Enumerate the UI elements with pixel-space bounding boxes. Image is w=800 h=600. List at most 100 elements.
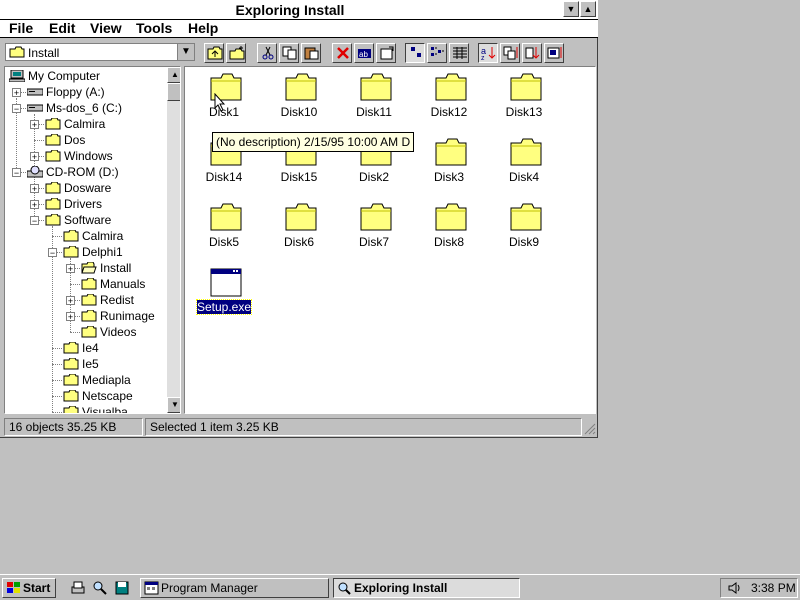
tree-item[interactable]: Ie4 <box>63 340 99 356</box>
expand-icon[interactable]: + <box>30 152 39 162</box>
dropdown-arrow-icon[interactable]: ▼ <box>177 44 194 60</box>
expand-icon[interactable]: + <box>12 88 21 98</box>
tree-item-label: Dosware <box>64 181 112 195</box>
rename-button[interactable]: ab <box>354 43 374 63</box>
folder-tree[interactable]: My Computer Floppy (A:) + Ms-dos_6 (C:) − Cal… <box>4 66 181 414</box>
speaker-icon[interactable] <box>727 581 743 595</box>
folder-item[interactable]: Disk5 <box>189 197 259 257</box>
resize-grip-icon[interactable] <box>584 423 596 435</box>
expand-icon[interactable]: + <box>66 312 75 322</box>
tree-item[interactable]: Dosware <box>45 180 111 196</box>
tree-connector <box>70 284 80 285</box>
expand-icon[interactable]: + <box>30 184 39 194</box>
search-icon[interactable] <box>92 580 108 596</box>
folder-item[interactable]: Disk12 <box>414 67 484 127</box>
menu-file[interactable]: File <box>9 20 33 37</box>
scroll-thumb[interactable] <box>167 83 180 101</box>
folder-item[interactable]: Disk13 <box>489 67 559 127</box>
maximize-button[interactable]: ▲ <box>580 1 596 17</box>
expand-icon[interactable]: + <box>30 120 39 130</box>
folder-icon <box>510 73 542 101</box>
menu-help[interactable]: Help <box>188 20 218 37</box>
paste-button[interactable] <box>301 43 321 63</box>
scroll-up-button[interactable]: ▲ <box>167 67 180 83</box>
small-icons-button[interactable] <box>427 43 447 63</box>
program-manager-icon <box>144 581 159 595</box>
expand-icon[interactable]: + <box>66 296 75 306</box>
title-bar[interactable]: Exploring Install ▼ ▲ <box>0 0 598 20</box>
tree-item[interactable]: Delphi1 <box>63 244 123 260</box>
tree-item[interactable]: Redist <box>81 292 134 308</box>
tree-item[interactable]: Install <box>81 260 131 276</box>
tree-item[interactable]: Dos <box>45 132 85 148</box>
task-label: Exploring Install <box>354 581 448 595</box>
tree-item-label: Calmira <box>82 229 124 243</box>
file-label: Disk6 <box>283 235 314 249</box>
tree-item[interactable]: Runimage <box>81 308 155 324</box>
expand-icon[interactable]: + <box>30 200 39 210</box>
tree-item[interactable]: Calmira <box>45 116 105 132</box>
tree-item[interactable]: Calmira <box>63 228 123 244</box>
tree-scrollbar[interactable]: ▲ ▼ <box>167 67 180 413</box>
folder-item[interactable]: Disk3 <box>414 132 484 192</box>
details-button[interactable] <box>449 43 469 63</box>
tree-item[interactable]: Floppy (A:) <box>27 84 105 100</box>
cut-button[interactable] <box>257 43 277 63</box>
folder-item[interactable]: Disk10 <box>264 67 334 127</box>
tree-item[interactable]: Videos <box>81 324 136 340</box>
collapse-icon[interactable]: − <box>30 216 39 226</box>
menu-edit[interactable]: Edit <box>49 20 75 37</box>
tree-item[interactable]: Drivers <box>45 196 102 212</box>
printer-icon[interactable] <box>70 580 86 596</box>
copy-button[interactable] <box>279 43 299 63</box>
collapse-icon[interactable]: − <box>48 248 57 258</box>
folder-item[interactable]: Disk9 <box>489 197 559 257</box>
tree-item-label: Redist <box>100 293 135 307</box>
collapse-icon[interactable]: − <box>12 104 21 114</box>
folder-item[interactable]: Disk11 <box>339 67 409 127</box>
file-list[interactable]: Disk1 Disk10 Disk11 Disk12 Disk13 Disk14 Disk1… <box>184 66 596 414</box>
window-title: Exploring Install <box>235 2 345 18</box>
sort-by-date-button[interactable] <box>544 43 564 63</box>
tree-item[interactable]: Windows <box>45 148 113 164</box>
tooltip: (No description) 2/15/95 10:00 AM D <box>212 132 415 152</box>
new-folder-button[interactable] <box>226 43 246 63</box>
tree-item[interactable]: Ms-dos_6 (C:) <box>27 100 122 116</box>
collapse-icon[interactable]: − <box>12 168 21 178</box>
folder-item[interactable]: Disk7 <box>339 197 409 257</box>
address-dropdown[interactable]: Install ▼ <box>5 43 195 61</box>
task-program-manager[interactable]: Program Manager <box>140 578 329 598</box>
menu-tools[interactable]: Tools <box>136 20 172 37</box>
properties-button[interactable] <box>376 43 396 63</box>
file-label: Disk8 <box>433 235 464 249</box>
tree-item[interactable]: Ie5 <box>63 356 99 372</box>
delete-button[interactable] <box>332 43 352 63</box>
up-folder-button[interactable] <box>204 43 224 63</box>
large-icons-button[interactable] <box>405 43 425 63</box>
disk-icon[interactable] <box>114 580 130 596</box>
tree-item[interactable]: Netscape <box>63 388 133 404</box>
clock[interactable]: 3:38 PM <box>751 581 796 595</box>
sort-by-size-button[interactable] <box>522 43 542 63</box>
minimize-button[interactable]: ▼ <box>563 1 579 17</box>
folder-icon <box>9 46 25 58</box>
tree-item[interactable]: My Computer <box>9 68 100 84</box>
sort-by-type-button[interactable] <box>500 43 520 63</box>
menu-view[interactable]: View <box>90 20 122 37</box>
tree-item[interactable]: CD-ROM (D:) <box>27 164 119 180</box>
task-exploring-install[interactable]: Exploring Install <box>333 578 520 598</box>
floppy-drive-icon <box>27 88 43 96</box>
tree-item[interactable]: Software <box>45 212 111 228</box>
file-item[interactable]: Setup.exe <box>189 262 259 322</box>
scroll-down-button[interactable]: ▼ <box>167 397 180 413</box>
tree-item[interactable]: Manuals <box>81 276 145 292</box>
sort-by-name-button[interactable]: az <box>478 43 498 63</box>
expand-icon[interactable]: + <box>66 264 75 274</box>
start-button[interactable]: Start <box>2 578 56 598</box>
folder-item[interactable]: Disk6 <box>264 197 334 257</box>
folder-icon <box>81 278 97 290</box>
tree-item[interactable]: Mediapla <box>63 372 131 388</box>
tree-item[interactable]: Visualba <box>63 404 128 413</box>
folder-item[interactable]: Disk4 <box>489 132 559 192</box>
folder-item[interactable]: Disk8 <box>414 197 484 257</box>
